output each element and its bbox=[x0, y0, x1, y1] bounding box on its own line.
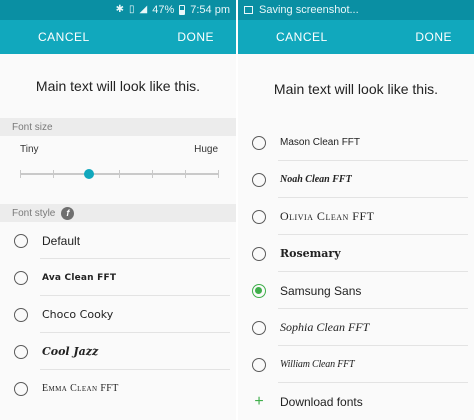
font-option-ava-clean[interactable]: Ava Clean FFT bbox=[0, 259, 236, 296]
font-option-label: Default bbox=[42, 233, 81, 248]
font-size-header: Font size bbox=[0, 118, 236, 136]
radio-button[interactable] bbox=[252, 357, 266, 372]
font-option-label: William Clean FFT bbox=[280, 359, 355, 370]
radio-button[interactable] bbox=[14, 381, 28, 396]
font-option-label: Cool Jazz bbox=[42, 345, 99, 358]
font-size-slider-thumb[interactable] bbox=[84, 169, 95, 179]
font-style-header-label: Font style bbox=[12, 207, 56, 219]
font-option-rosemary[interactable]: Rosemary bbox=[238, 235, 474, 272]
preview-text: Main text will look like this. bbox=[0, 54, 236, 118]
done-button[interactable]: DONE bbox=[177, 30, 214, 44]
radio-button[interactable] bbox=[14, 233, 28, 248]
slider-tick bbox=[52, 170, 54, 178]
font-style-list-right: Mason Clean FFT Noah Clean FFT Olivia Cl… bbox=[238, 124, 474, 420]
download-fonts-item[interactable]: + Download fonts bbox=[238, 383, 474, 420]
plus-icon: + bbox=[254, 392, 264, 410]
vibrate-icon: ▯ bbox=[129, 4, 135, 15]
notification-text: Saving screenshot... bbox=[259, 4, 359, 16]
battery-percent: 47% bbox=[152, 4, 175, 16]
font-size-header-label: Font size bbox=[12, 121, 53, 133]
radio-button[interactable] bbox=[14, 307, 28, 322]
font-option-emma-clean[interactable]: Emma Clean FFT bbox=[0, 370, 236, 407]
slider-tick bbox=[218, 170, 219, 178]
font-style-list-left: Default Ava Clean FFT Choco Cooky Cool J… bbox=[0, 222, 236, 407]
radio-button[interactable] bbox=[252, 209, 266, 224]
radio-button[interactable] bbox=[252, 320, 266, 335]
font-option-default[interactable]: Default bbox=[0, 222, 236, 259]
radio-button[interactable] bbox=[252, 246, 266, 261]
font-settings-panel-left: ✱ ▯ ◢ 47% 7:54 pm CANCEL DONE Main text … bbox=[0, 0, 236, 420]
font-option-label: Samsung Sans bbox=[280, 283, 362, 298]
cancel-button[interactable]: CANCEL bbox=[276, 30, 328, 44]
size-min-label: Tiny bbox=[20, 144, 39, 155]
bluetooth-icon: ✱ bbox=[115, 4, 124, 15]
font-option-label: Rosemary bbox=[280, 247, 341, 260]
download-fonts-label: Download fonts bbox=[280, 394, 363, 409]
font-option-label: Emma Clean FFT bbox=[42, 383, 119, 394]
font-option-label: Sophia Clean FFT bbox=[280, 320, 370, 334]
slider-tick bbox=[119, 170, 120, 178]
font-option-samsung-sans[interactable]: Samsung Sans bbox=[238, 272, 474, 309]
radio-button-selected[interactable] bbox=[252, 283, 266, 298]
font-option-sophia-clean[interactable]: Sophia Clean FFT bbox=[238, 309, 474, 346]
font-option-label: Noah Clean FFT bbox=[280, 174, 352, 185]
font-option-cool-jazz[interactable]: Cool Jazz bbox=[0, 333, 236, 370]
font-option-label: Ava Clean FFT bbox=[42, 272, 117, 283]
screenshot-icon bbox=[244, 6, 253, 14]
font-option-mason-clean[interactable]: Mason Clean FFT bbox=[238, 124, 474, 161]
font-option-choco-cooky[interactable]: Choco Cooky bbox=[0, 296, 236, 333]
battery-icon bbox=[179, 5, 186, 15]
status-bar-notification: Saving screenshot... bbox=[238, 0, 474, 20]
radio-button[interactable] bbox=[14, 344, 28, 359]
font-size-control: Tiny Huge bbox=[0, 136, 236, 204]
clock: 7:54 pm bbox=[190, 4, 230, 16]
preview-text: Main text will look like this. bbox=[238, 54, 474, 124]
font-size-slider[interactable] bbox=[20, 169, 219, 179]
slider-tick bbox=[151, 170, 153, 178]
size-max-label: Huge bbox=[194, 144, 218, 155]
radio-button[interactable] bbox=[252, 172, 266, 187]
done-button[interactable]: DONE bbox=[415, 30, 452, 44]
cancel-button[interactable]: CANCEL bbox=[38, 30, 90, 44]
radio-button[interactable] bbox=[14, 270, 28, 285]
font-option-olivia-clean[interactable]: Olivia Clean FFT bbox=[238, 198, 474, 235]
font-option-label: Mason Clean FFT bbox=[280, 137, 361, 148]
slider-tick bbox=[185, 170, 186, 178]
font-option-noah-clean[interactable]: Noah Clean FFT bbox=[238, 161, 474, 198]
font-style-header: Font style f bbox=[0, 204, 236, 222]
radio-button[interactable] bbox=[252, 135, 266, 150]
action-bar: CANCEL DONE bbox=[0, 20, 236, 54]
font-settings-panel-right: Saving screenshot... CANCEL DONE Main te… bbox=[238, 0, 474, 420]
font-option-label: Choco Cooky bbox=[42, 308, 114, 321]
font-badge-icon: f bbox=[61, 206, 75, 220]
status-bar: ✱ ▯ ◢ 47% 7:54 pm bbox=[0, 0, 236, 20]
action-bar: CANCEL DONE bbox=[238, 20, 474, 54]
font-option-william-clean[interactable]: William Clean FFT bbox=[238, 346, 474, 383]
font-option-label: Olivia Clean FFT bbox=[280, 209, 375, 223]
signal-icon: ◢ bbox=[139, 4, 148, 15]
slider-tick bbox=[20, 170, 21, 178]
